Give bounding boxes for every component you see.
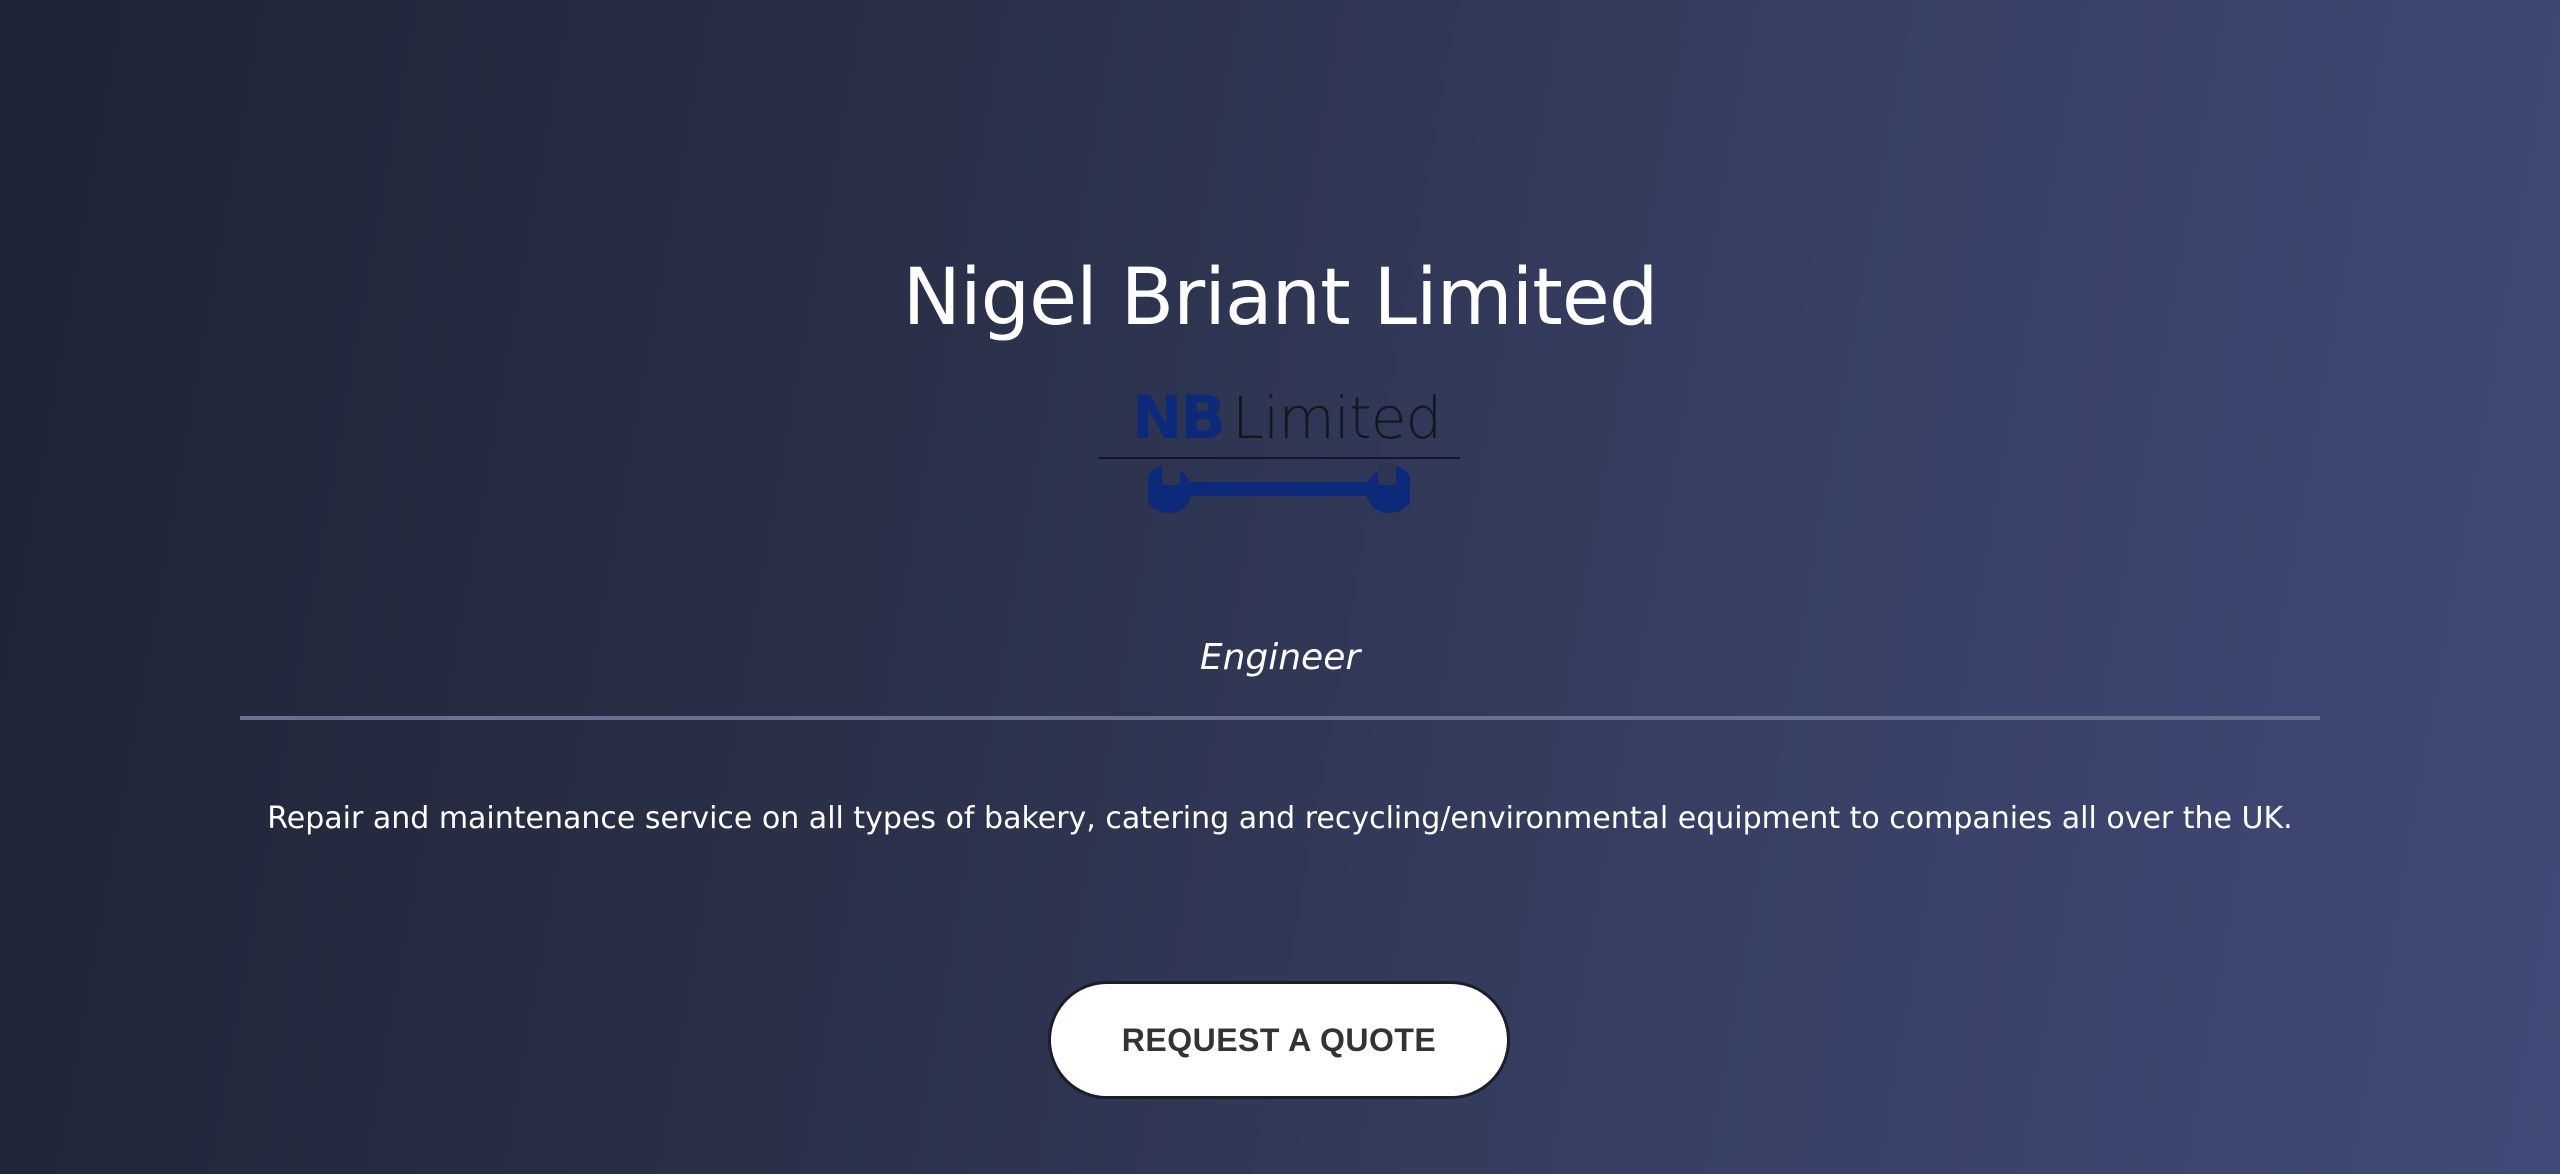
request-quote-button[interactable]: REQUEST A QUOTE xyxy=(1048,981,1510,1099)
company-title: Nigel Briant Limited xyxy=(902,253,1659,343)
logo-rule xyxy=(1098,457,1460,459)
divider xyxy=(240,716,2320,720)
logo-text: NB Limited xyxy=(1132,383,1442,453)
hero-section: Nigel Briant Limited NB Limited Engineer … xyxy=(0,0,2560,1174)
logo-word: Limited xyxy=(1231,384,1442,452)
wrench-icon xyxy=(1148,463,1410,513)
service-description: Repair and maintenance service on all ty… xyxy=(267,801,2293,836)
company-logo: NB Limited xyxy=(1098,385,1462,525)
role-subtitle: Engineer xyxy=(1199,637,1361,678)
logo-initials: NB xyxy=(1132,383,1226,453)
